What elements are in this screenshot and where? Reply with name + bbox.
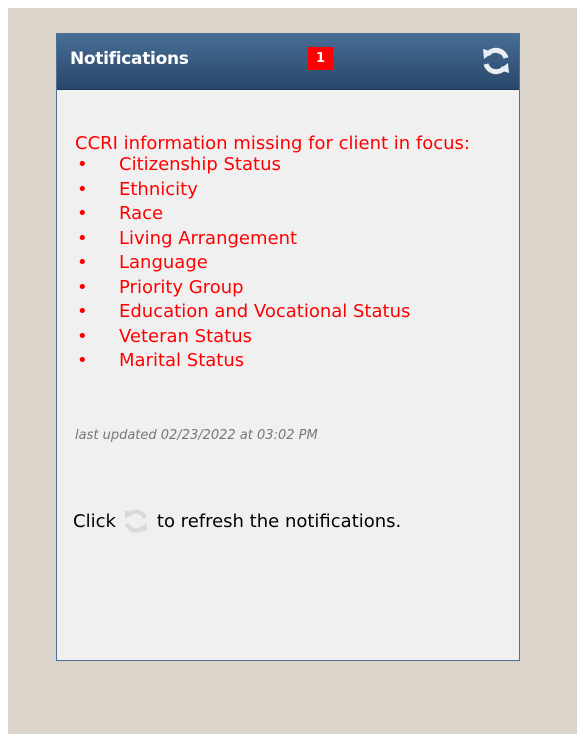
missing-field-label: Living Arrangement bbox=[119, 227, 298, 249]
notifications-panel: Notifications 1 CCRI information missing… bbox=[56, 33, 520, 661]
missing-field-label: Education and Vocational Status bbox=[119, 301, 411, 322]
hint-text-before: Click bbox=[73, 510, 116, 532]
refresh-icon[interactable] bbox=[479, 44, 513, 78]
bullet-icon: • bbox=[77, 252, 88, 273]
hint-text-after: to refresh the notifications. bbox=[156, 510, 402, 532]
panel-title: Notifications bbox=[70, 49, 189, 69]
bullet-icon: • bbox=[77, 301, 88, 322]
missing-fields-list: • Citizenship Status • Ethnicity • Race • Li… bbox=[75, 153, 513, 374]
panel-header: Notifications 1 bbox=[57, 34, 519, 90]
bullet-icon: • bbox=[77, 276, 88, 298]
last-updated-timestamp: last updated 02/23/2022 at 03:02 PM bbox=[75, 428, 318, 443]
bullet-icon: • bbox=[77, 227, 88, 249]
list-item: • Language bbox=[75, 251, 513, 276]
list-item: • Citizenship Status bbox=[75, 153, 513, 178]
refresh-icon[interactable] bbox=[121, 506, 151, 536]
bullet-icon: • bbox=[77, 154, 88, 175]
missing-info-heading: CCRI information missing for client in f… bbox=[75, 133, 470, 154]
notification-body: CCRI information missing for client in f… bbox=[75, 134, 513, 374]
missing-field-label: Ethnicity bbox=[119, 178, 198, 200]
list-item: • Ethnicity bbox=[75, 178, 513, 203]
missing-field-label: Priority Group bbox=[119, 276, 244, 298]
notification-count-badge: 1 bbox=[308, 47, 333, 70]
bullet-icon: • bbox=[77, 178, 88, 200]
refresh-hint: Click to refresh the notifications. bbox=[73, 506, 401, 536]
list-item: • Education and Vocational Status bbox=[75, 300, 513, 325]
missing-field-label: Marital Status bbox=[119, 350, 245, 371]
list-item: • Marital Status bbox=[75, 349, 513, 374]
missing-field-label: Language bbox=[119, 252, 208, 273]
bullet-icon: • bbox=[77, 203, 88, 224]
list-item: • Veteran Status bbox=[75, 325, 513, 350]
list-item: • Race bbox=[75, 202, 513, 227]
list-item: • Living Arrangement bbox=[75, 227, 513, 252]
list-item: • Priority Group bbox=[75, 276, 513, 301]
missing-field-label: Race bbox=[119, 203, 164, 224]
bullet-icon: • bbox=[77, 350, 88, 371]
bullet-icon: • bbox=[77, 325, 88, 347]
missing-field-label: Veteran Status bbox=[119, 325, 253, 347]
missing-field-label: Citizenship Status bbox=[119, 154, 281, 175]
